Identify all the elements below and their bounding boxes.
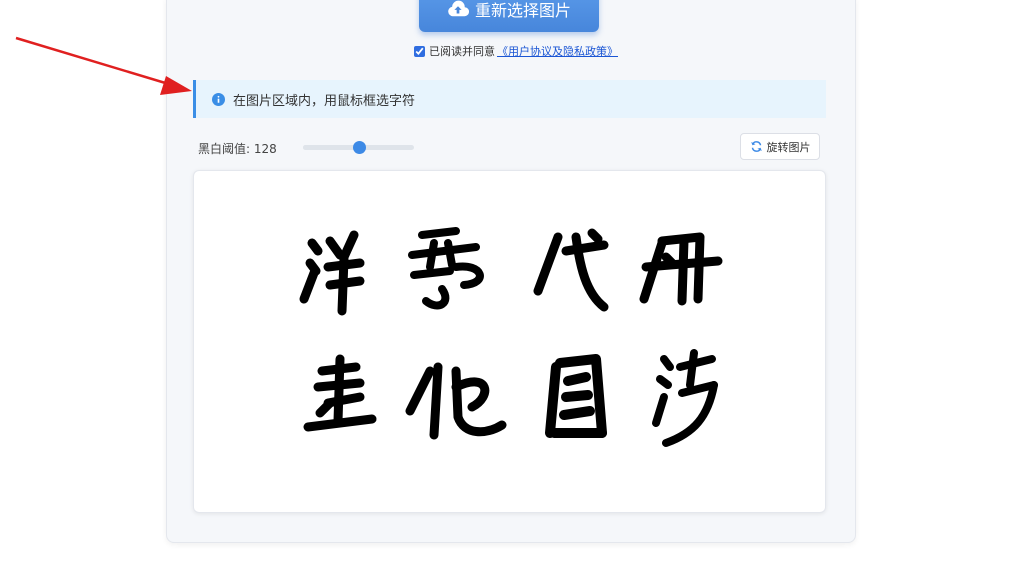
red-pointer-arrow [15,36,192,95]
